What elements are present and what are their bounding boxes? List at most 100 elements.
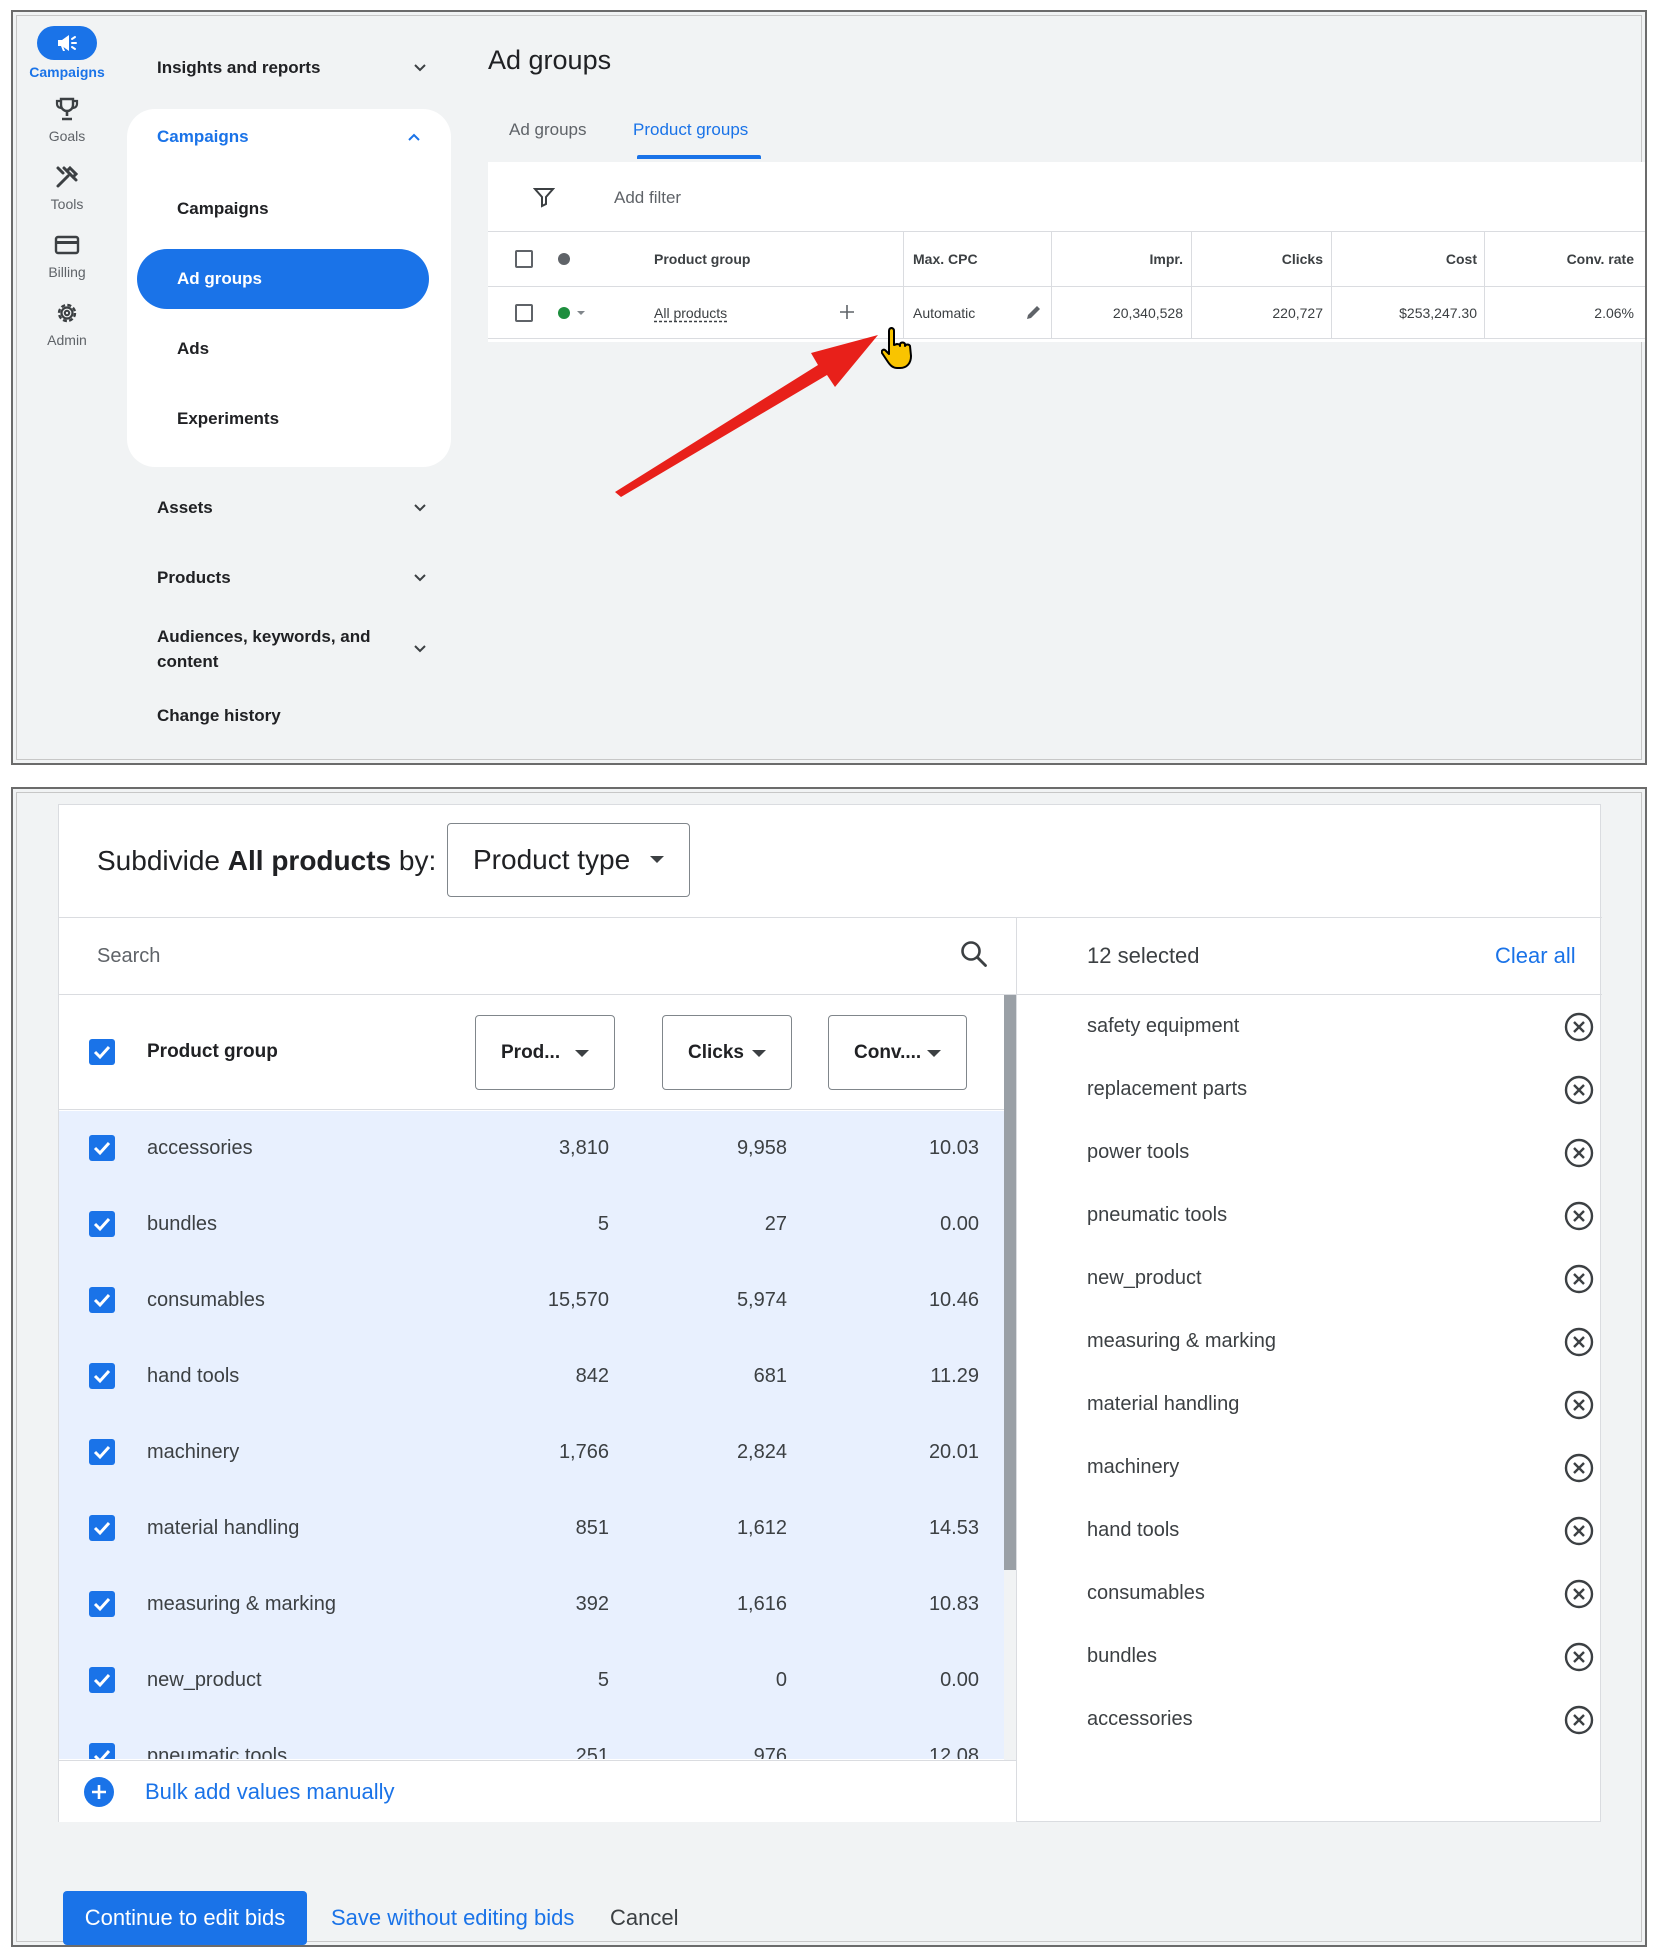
remove-circle-icon[interactable] (1563, 1452, 1595, 1484)
remove-circle-icon[interactable] (1563, 1074, 1595, 1106)
nav-campaigns-section: Campaigns Campaigns Ad groups Ads Experi… (127, 109, 451, 467)
caret-down-icon (927, 1050, 941, 1057)
chevron-up-icon (408, 133, 420, 141)
chevron-down-icon (414, 574, 426, 582)
value-checkbox[interactable] (89, 1211, 115, 1237)
hand-cursor-icon (881, 327, 912, 369)
status-enabled-dot (558, 306, 570, 319)
column-product-group[interactable]: Product group (654, 232, 750, 286)
continue-to-edit-bids-button[interactable]: Continue to edit bids (63, 1891, 307, 1945)
filter-bar[interactable]: Add filter (488, 162, 1645, 232)
list-item[interactable]: machinery 1,766 2,824 20.01 (59, 1415, 1004, 1491)
selected-item: replacement parts (1087, 1075, 1627, 1105)
product-groups-table: Add filter Product group Max. CPC Impr. … (488, 162, 1645, 342)
list-item[interactable]: consumables 15,570 5,974 10.46 (59, 1263, 1004, 1339)
selected-item: measuring & marking (1087, 1327, 1627, 1357)
column-conv-rate[interactable]: Conv. rate (1484, 232, 1634, 286)
list-item[interactable]: material handling 851 1,612 14.53 (59, 1491, 1004, 1567)
nav-audiences[interactable]: Audiences, keywords, and content (157, 624, 427, 674)
gear-icon (57, 303, 77, 323)
navigation-rail: Campaigns Goals Tools Billing Admin (13, 12, 121, 763)
search-input[interactable]: Search (97, 945, 160, 968)
remove-circle-icon[interactable] (1563, 1011, 1595, 1043)
list-item[interactable]: bundles 5 27 0.00 (59, 1187, 1004, 1263)
remove-circle-icon[interactable] (1563, 1137, 1595, 1169)
list-item[interactable]: pneumatic tools 251 976 12.08 (59, 1719, 1004, 1759)
rail-item-tools[interactable]: Tools (13, 164, 121, 212)
value-checkbox[interactable] (89, 1135, 115, 1161)
value-list-scrollbar[interactable] (1004, 995, 1016, 1760)
nav-assets[interactable]: Assets (157, 498, 427, 518)
table-header-row: Product group Max. CPC Impr. Clicks Cost… (488, 232, 1645, 287)
scrollbar-thumb[interactable] (1004, 995, 1016, 1570)
cancel-button[interactable]: Cancel (610, 1905, 678, 1931)
page-title: Ad groups (488, 45, 612, 75)
search-icon[interactable] (959, 939, 989, 969)
cost-value: $253,247.30 (1399, 304, 1477, 321)
clicks-value: 220,727 (1272, 304, 1323, 321)
subdivide-dialog: Subdivide All products by: Product type … (58, 804, 1602, 1822)
column-clicks[interactable]: Clicks (1191, 232, 1323, 286)
list-item[interactable]: new_product 5 0 0.00 (59, 1643, 1004, 1719)
selected-item: machinery (1087, 1453, 1627, 1483)
add-filter-label: Add filter (614, 188, 682, 207)
remove-circle-icon[interactable] (1563, 1389, 1595, 1421)
list-item[interactable]: hand tools 842 681 11.29 (59, 1339, 1004, 1415)
remove-circle-icon[interactable] (1563, 1200, 1595, 1232)
remove-circle-icon[interactable] (1563, 1515, 1595, 1547)
value-checkbox[interactable] (89, 1287, 115, 1313)
value-checkbox[interactable] (89, 1515, 115, 1541)
value-checkbox[interactable] (89, 1439, 115, 1465)
nav-change-history[interactable]: Change history (157, 706, 427, 726)
remove-circle-icon[interactable] (1563, 1263, 1595, 1295)
sort-conv-button[interactable]: Conv.... (828, 1015, 967, 1090)
nav-sub-campaigns[interactable]: Campaigns (177, 199, 269, 219)
sort-clicks-button[interactable]: Clicks (662, 1015, 792, 1090)
remove-circle-icon[interactable] (1563, 1704, 1595, 1736)
tab-ad-groups[interactable]: Ad groups (509, 120, 587, 140)
nav-campaigns-header[interactable]: Campaigns (157, 127, 421, 147)
value-checkbox[interactable] (89, 1363, 115, 1389)
tab-product-groups[interactable]: Product groups (633, 120, 748, 140)
column-max-cpc[interactable]: Max. CPC (913, 232, 978, 286)
nav-sub-experiments[interactable]: Experiments (177, 409, 279, 429)
column-cost[interactable]: Cost (1331, 232, 1477, 286)
bulk-add-values-button[interactable]: Bulk add values manually (59, 1760, 1016, 1822)
sort-products-button[interactable]: Prod... (475, 1015, 615, 1090)
value-checkbox[interactable] (89, 1743, 115, 1759)
rail-item-campaigns[interactable]: Campaigns (13, 26, 121, 80)
row-checkbox[interactable] (515, 303, 533, 322)
list-item[interactable]: accessories 3,810 9,958 10.03 (59, 1111, 1004, 1187)
max-cpc-value: Automatic (913, 304, 976, 321)
rail-item-admin[interactable]: Admin (13, 300, 121, 348)
select-all-values-checkbox[interactable] (89, 1039, 115, 1065)
rail-item-billing[interactable]: Billing (13, 232, 121, 280)
nav-insights-and-reports[interactable]: Insights and reports (157, 58, 427, 78)
active-tab-indicator (637, 155, 761, 159)
rail-item-goals[interactable]: Goals (13, 96, 121, 144)
column-impr[interactable]: Impr. (1051, 232, 1183, 286)
value-checkbox[interactable] (89, 1591, 115, 1617)
nav-products[interactable]: Products (157, 568, 427, 588)
list-item[interactable]: measuring & marking 392 1,616 10.83 (59, 1567, 1004, 1643)
nav-sub-ad-groups[interactable]: Ad groups (137, 249, 429, 309)
remove-circle-icon[interactable] (1563, 1578, 1595, 1610)
edit-pencil-icon[interactable] (1025, 303, 1043, 321)
save-without-editing-bids-button[interactable]: Save without editing bids (331, 1905, 574, 1931)
caret-down-icon (577, 310, 585, 315)
caret-down-icon (575, 1050, 589, 1057)
red-annotation-arrow (615, 335, 878, 497)
selected-item: bundles (1087, 1642, 1627, 1672)
value-checkbox[interactable] (89, 1667, 115, 1693)
clear-all-button[interactable]: Clear all (1495, 943, 1576, 969)
remove-circle-icon[interactable] (1563, 1326, 1595, 1358)
status-dropdown[interactable] (558, 287, 588, 338)
subdivide-dimension-dropdown[interactable]: Product type (447, 823, 690, 897)
selected-item: power tools (1087, 1138, 1627, 1168)
remove-circle-icon[interactable] (1563, 1641, 1595, 1673)
select-all-checkbox[interactable] (515, 250, 533, 268)
nav-sub-ads[interactable]: Ads (177, 339, 209, 359)
status-header-dot (558, 253, 570, 265)
subdivide-dialog-panel: Subdivide All products by: Product type … (11, 787, 1647, 1947)
billing-card-icon (54, 235, 80, 255)
